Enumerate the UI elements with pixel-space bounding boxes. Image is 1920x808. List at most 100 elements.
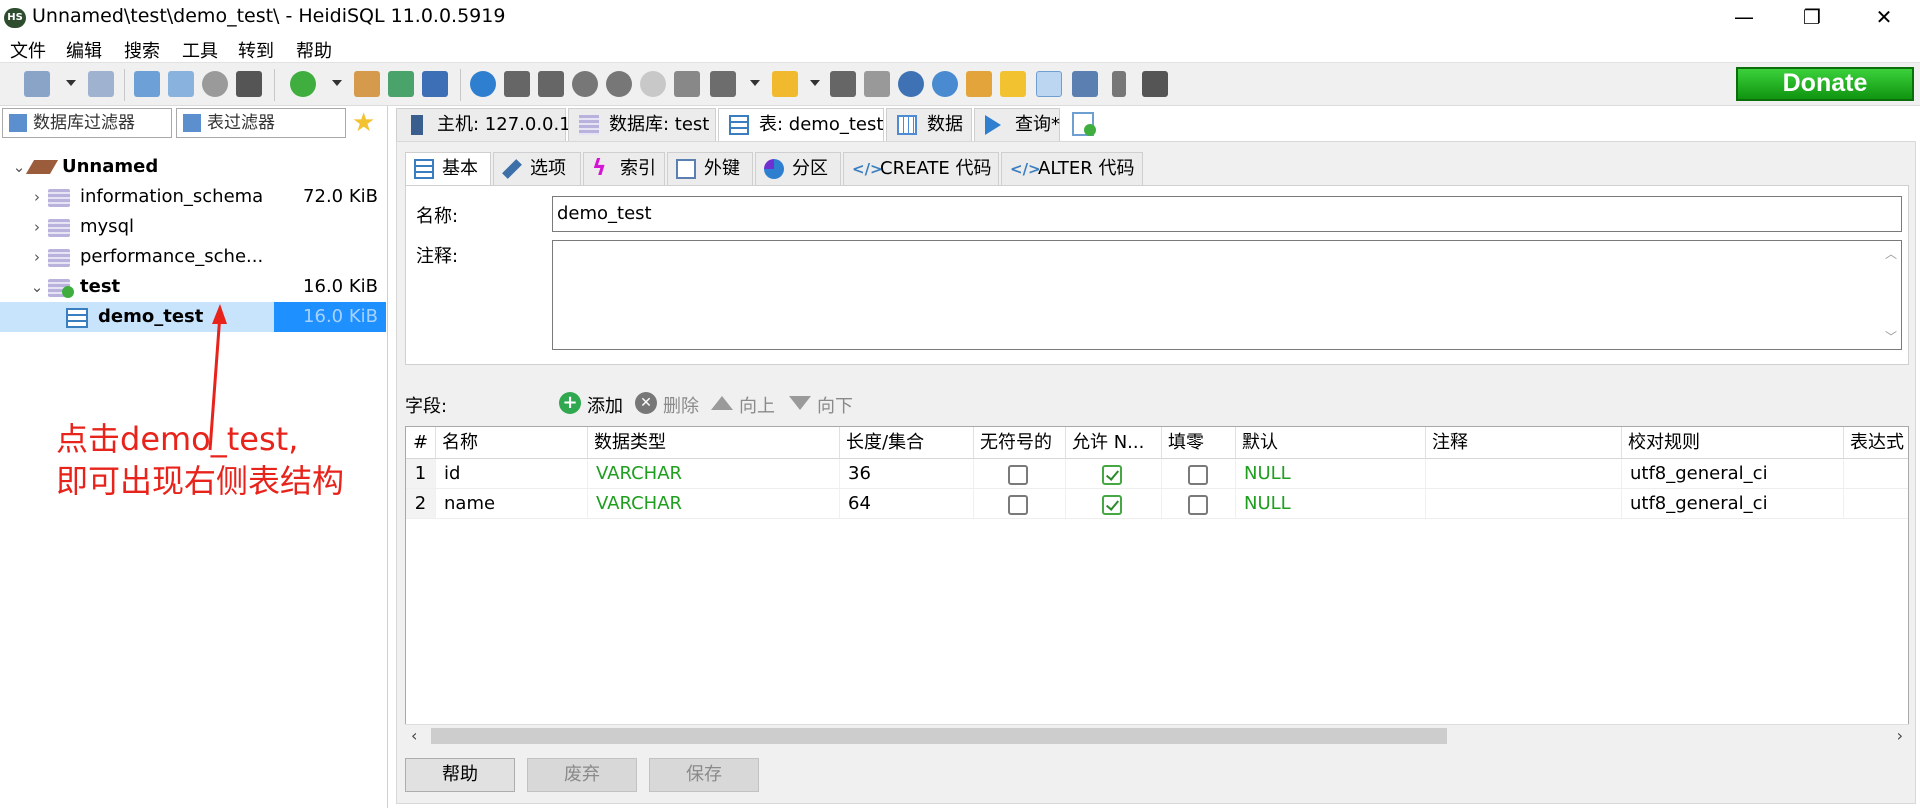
subtab-options[interactable]: 选项	[493, 152, 581, 186]
chevron-down-icon[interactable]	[66, 80, 76, 86]
scroll-left-icon[interactable]: ‹	[411, 725, 417, 747]
export-csv-icon[interactable]	[388, 71, 414, 97]
tree-item-database[interactable]: › performance_sche...	[0, 242, 386, 272]
move-down-button[interactable]: 向下	[789, 392, 853, 418]
post-icon[interactable]	[640, 71, 666, 97]
subtab-create-code[interactable]: </> CREATE 代码	[843, 152, 999, 186]
chevron-down-icon[interactable]	[810, 80, 820, 86]
menu-search[interactable]: 搜索	[124, 37, 160, 63]
menu-edit[interactable]: 编辑	[66, 37, 102, 63]
field-collation-cell[interactable]: utf8_general_ci	[1622, 459, 1844, 489]
field-default-cell[interactable]: NULL	[1236, 459, 1426, 489]
tree-item-database[interactable]: › mysql	[0, 212, 386, 242]
scroll-down-icon[interactable]: ﹀	[1885, 328, 1897, 345]
field-name-cell[interactable]: id	[436, 459, 588, 489]
column-header[interactable]: 名称	[436, 427, 588, 459]
field-type-cell[interactable]: VARCHAR	[588, 459, 840, 489]
column-header[interactable]: 表达式	[1844, 427, 1908, 459]
field-length-cell[interactable]: 64	[840, 489, 974, 519]
allow-null-checkbox[interactable]	[1102, 465, 1122, 485]
tab-data[interactable]: 数据	[886, 108, 972, 142]
open-folder-icon[interactable]	[772, 71, 798, 97]
minimize-button[interactable]: —	[1716, 0, 1772, 34]
subtab-partitions[interactable]: 分区	[755, 152, 841, 186]
tab-query[interactable]: 查询*	[974, 108, 1060, 142]
column-header[interactable]: 默认	[1236, 427, 1426, 459]
table-name-input[interactable]: demo_test	[552, 196, 1902, 232]
chevron-down-icon[interactable]: ⌄	[30, 272, 44, 302]
field-name-cell[interactable]: name	[436, 489, 588, 519]
binary-mode-icon[interactable]	[1036, 71, 1062, 97]
save-snippet-icon[interactable]	[864, 71, 890, 97]
field-default-cell[interactable]: NULL	[1236, 489, 1426, 519]
star-icon[interactable]: ★	[352, 108, 375, 138]
menu-tools[interactable]: 工具	[182, 37, 218, 63]
database-filter-input[interactable]: 数据库过滤器	[2, 108, 172, 138]
add-field-button[interactable]: + 添加	[559, 392, 623, 418]
subtab-foreign-keys[interactable]: 外键	[667, 152, 753, 186]
tree-root-unnamed[interactable]: ⌄ Unnamed	[0, 152, 386, 182]
field-allow-null-cell[interactable]	[1066, 459, 1162, 489]
chevron-down-icon[interactable]: ⌄	[12, 152, 26, 182]
subtab-basic[interactable]: 基本	[405, 152, 491, 186]
scroll-up-icon[interactable]: ︿	[1885, 245, 1897, 262]
allow-null-checkbox[interactable]	[1102, 495, 1122, 515]
undo-icon[interactable]	[202, 71, 228, 97]
new-query-tab-icon[interactable]	[1072, 112, 1096, 136]
menu-goto[interactable]: 转到	[238, 37, 274, 63]
table-filter-input[interactable]: 表过滤器	[176, 108, 346, 138]
scrollbar-thumb[interactable]	[431, 728, 1447, 744]
column-header[interactable]: 校对规则	[1622, 427, 1844, 459]
column-header[interactable]: 填零	[1162, 427, 1236, 459]
column-header[interactable]: 长度/集合	[840, 427, 974, 459]
chevron-down-icon[interactable]	[332, 80, 342, 86]
disconnect-icon[interactable]	[88, 71, 114, 97]
refresh-icon[interactable]	[290, 71, 316, 97]
donate-button[interactable]: Donate	[1736, 67, 1914, 101]
help-button[interactable]: 帮助	[405, 758, 515, 792]
tree-item-table-demo-test[interactable]: demo_test 16.0 KiB	[0, 302, 386, 332]
tab-host[interactable]: 主机: 127.0.0.1	[396, 108, 571, 142]
field-type-cell[interactable]: VARCHAR	[588, 489, 840, 519]
print-icon[interactable]	[236, 71, 262, 97]
save-button[interactable]: 保存	[649, 758, 759, 792]
tree-item-database[interactable]: › information_schema 72.0 KiB	[0, 182, 386, 212]
tab-table[interactable]: 表: demo_test	[718, 108, 884, 144]
close-query-icon[interactable]	[1142, 71, 1168, 97]
warning-icon[interactable]	[1000, 71, 1026, 97]
first-record-icon[interactable]	[504, 71, 530, 97]
column-header[interactable]: 注释	[1426, 427, 1622, 459]
field-zerofill-cell[interactable]	[1162, 489, 1236, 519]
cancel-icon[interactable]	[674, 71, 700, 97]
move-up-button[interactable]: 向上	[711, 392, 775, 418]
tab-database[interactable]: 数据库: test	[568, 108, 716, 142]
run-icon[interactable]	[710, 71, 736, 97]
field-length-cell[interactable]: 36	[840, 459, 974, 489]
close-button[interactable]: ✕	[1856, 0, 1912, 34]
semicolon-icon[interactable]	[1112, 71, 1126, 97]
chevron-down-icon[interactable]	[750, 80, 760, 86]
last-record-icon[interactable]	[538, 71, 564, 97]
chevron-right-icon[interactable]: ›	[30, 182, 44, 212]
delete-record-icon[interactable]	[606, 71, 632, 97]
field-comment-cell[interactable]	[1426, 459, 1622, 489]
field-allow-null-cell[interactable]	[1066, 489, 1162, 519]
column-header[interactable]: #	[406, 427, 436, 459]
field-collation-cell[interactable]: utf8_general_ci	[1622, 489, 1844, 519]
table-comment-input[interactable]: ︿ ﹀	[552, 240, 1902, 350]
scroll-right-icon[interactable]: ›	[1897, 725, 1903, 747]
sync-arrows-icon[interactable]	[422, 71, 448, 97]
unsigned-checkbox[interactable]	[1008, 495, 1028, 515]
delete-field-button[interactable]: ✕ 删除	[635, 392, 699, 418]
add-record-icon[interactable]	[572, 71, 598, 97]
subtab-alter-code[interactable]: </> ALTER 代码	[1001, 152, 1143, 186]
wrap-text-icon[interactable]	[1072, 71, 1098, 97]
field-unsigned-cell[interactable]	[974, 459, 1066, 489]
copy-icon[interactable]	[134, 71, 160, 97]
user-manager-icon[interactable]	[354, 71, 380, 97]
field-zerofill-cell[interactable]	[1162, 459, 1236, 489]
column-header[interactable]: 允许 N...	[1066, 427, 1162, 459]
field-comment-cell[interactable]	[1426, 489, 1622, 519]
connect-icon[interactable]	[24, 71, 50, 97]
chevron-right-icon[interactable]: ›	[30, 242, 44, 272]
